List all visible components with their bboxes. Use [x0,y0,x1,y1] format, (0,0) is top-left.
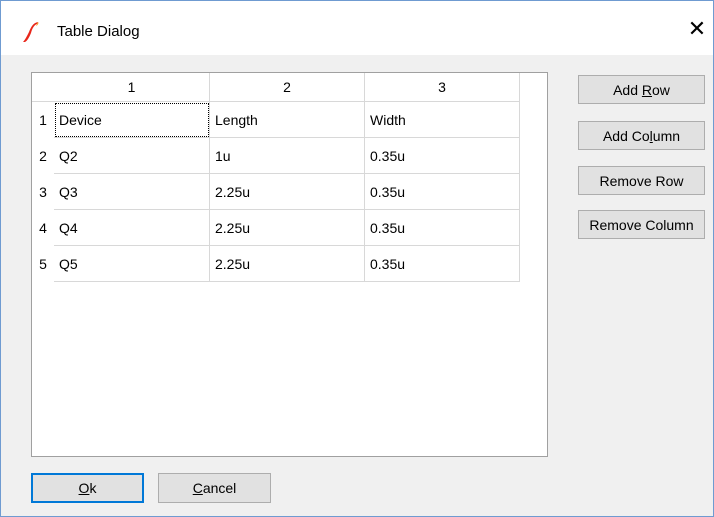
remove-row-label: Remove Row [599,172,684,189]
row-header-3[interactable]: 3 [32,174,54,210]
cancel-label: Cancel [192,480,237,496]
cell-r3-c2[interactable]: 2.25u [210,174,365,210]
cell-r5-c3[interactable]: 0.35u [365,246,520,282]
cell-r5-c1[interactable]: Q5 [54,246,210,282]
ok-button[interactable]: Ok [31,473,144,503]
cancel-button[interactable]: Cancel [158,473,271,503]
row-header-2[interactable]: 2 [32,138,54,174]
cell-r3-c3[interactable]: 0.35u [365,174,520,210]
table-grid[interactable]: 1 2 3 1 Device Length Width 2 Q2 1u 0.35… [31,72,548,457]
add-row-button[interactable]: Add Row [578,75,705,104]
remove-column-button[interactable]: Remove Column [578,210,705,239]
cell-r2-c2[interactable]: 1u [210,138,365,174]
app-logo-icon [23,22,39,42]
title-bar[interactable]: Table Dialog ✕ [1,1,713,55]
row-header-4[interactable]: 4 [32,210,54,246]
window-title: Table Dialog [57,23,140,40]
column-header-3[interactable]: 3 [365,73,520,102]
cell-r1-c1[interactable]: Device [54,102,210,138]
add-row-label: Add Row [613,81,670,98]
table-corner [32,73,54,102]
cell-r2-c3[interactable]: 0.35u [365,138,520,174]
add-column-button[interactable]: Add Column [578,121,705,150]
add-column-label: Add Column [602,127,681,144]
table-dialog-window: Table Dialog ✕ 1 2 3 1 Device Length Wid… [0,0,714,517]
ok-label: Ok [78,480,97,496]
cell-r3-c1[interactable]: Q3 [54,174,210,210]
column-header-1[interactable]: 1 [54,73,210,102]
cell-r4-c3[interactable]: 0.35u [365,210,520,246]
cell-r2-c1[interactable]: Q2 [54,138,210,174]
cell-r5-c2[interactable]: 2.25u [210,246,365,282]
close-icon: ✕ [687,16,707,41]
remove-row-button[interactable]: Remove Row [578,166,705,195]
row-header-1[interactable]: 1 [32,102,54,138]
cell-r4-c1[interactable]: Q4 [54,210,210,246]
close-button[interactable]: ✕ [685,15,709,43]
cell-r4-c2[interactable]: 2.25u [210,210,365,246]
cell-r1-c2[interactable]: Length [210,102,365,138]
remove-column-label: Remove Column [589,216,694,233]
column-header-2[interactable]: 2 [210,73,365,102]
cell-r1-c3[interactable]: Width [365,102,520,138]
row-header-5[interactable]: 5 [32,246,54,282]
